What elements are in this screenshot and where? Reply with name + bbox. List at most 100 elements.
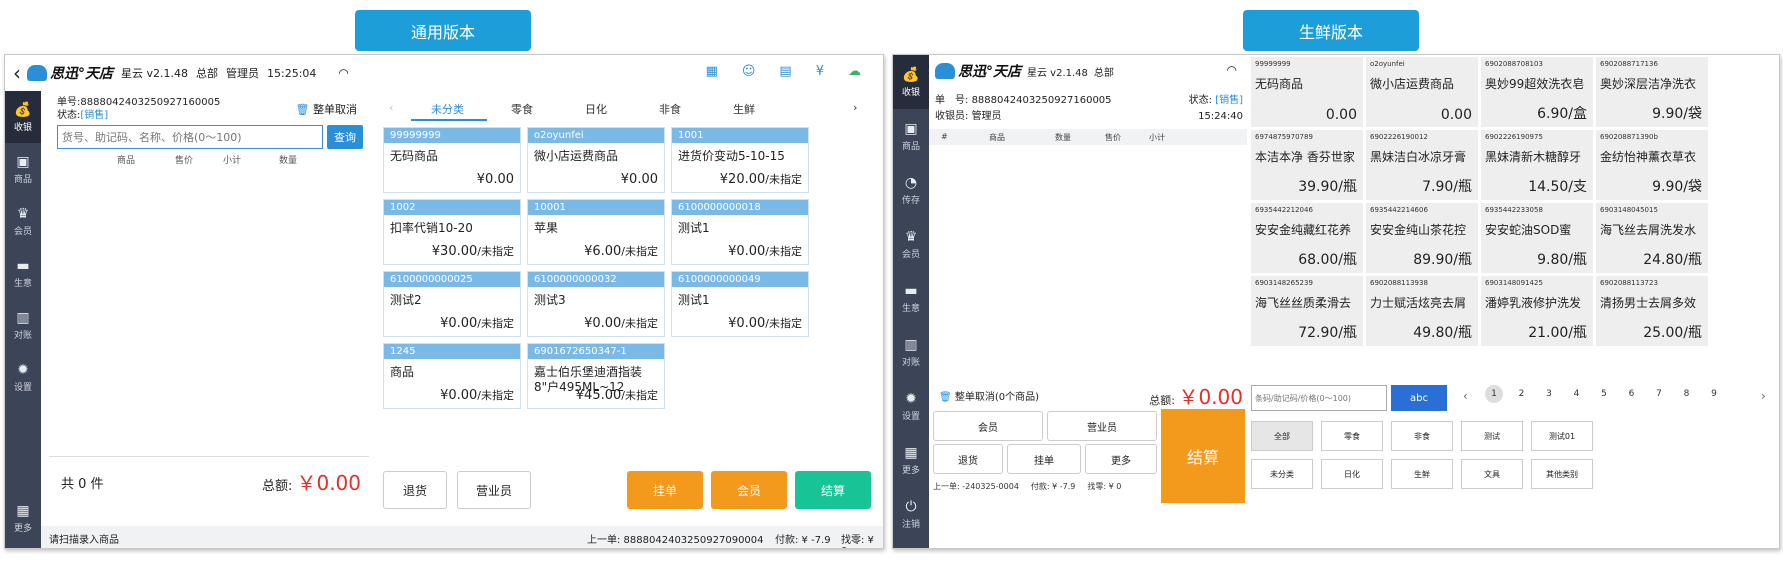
product-card[interactable]: 6903148045015 海飞丝去屑洗发水 24.80/瓶 (1596, 203, 1708, 273)
product-card[interactable]: 6100000000032 测试3 ¥0.00/未指定 (527, 271, 665, 337)
category-button[interactable]: 非食 (1391, 421, 1453, 451)
product-card[interactable]: o2oyunfei 微小店运费商品 ¥0.00 (527, 127, 665, 193)
tab-snacks[interactable]: 零食 (511, 101, 533, 117)
product-barcode: o2oyunfei (1370, 60, 1405, 68)
sidebar-item-business[interactable]: ▬ 生意 (5, 247, 41, 299)
tab-daily[interactable]: 日化 (585, 101, 607, 117)
sidebar-item-checkout[interactable]: 💰 收银 (5, 91, 41, 143)
product-card[interactable]: 1002 扣率代销10-20 ¥30.00/未指定 (383, 199, 521, 265)
product-card[interactable]: 6902088708103 奥妙99超效洗衣皂 6.90/盒 (1481, 57, 1593, 127)
category-button[interactable]: 文具 (1461, 459, 1523, 489)
page-button[interactable]: 4 (1568, 385, 1586, 403)
fresh-search-input[interactable] (1251, 385, 1387, 411)
abc-keyboard-button[interactable]: abc (1391, 385, 1447, 411)
product-card[interactable]: 99999999 无码商品 ¥0.00 (383, 127, 521, 193)
category-button[interactable]: 测试 (1461, 421, 1523, 451)
sidebar-item-stock[interactable]: ◔ 传存 (893, 163, 929, 217)
product-card[interactable]: 6903148091425 潘婷乳液修护洗发 21.00/瓶 (1481, 276, 1593, 346)
sidebar-item-member[interactable]: ♛ 会员 (893, 217, 929, 271)
category-button[interactable]: 测试01 (1531, 421, 1593, 451)
hold-order-button[interactable]: 挂单 (1007, 444, 1081, 474)
tab-uncategorized[interactable]: 未分类 (431, 101, 464, 117)
tab-nonfood[interactable]: 非食 (659, 101, 681, 117)
sidebar-item-more[interactable]: ▦ 更多 (5, 492, 41, 544)
tab-fresh[interactable]: 生鲜 (733, 101, 755, 117)
total-amount: 总额: ￥0.00 (261, 471, 361, 495)
category-button[interactable]: 零食 (1321, 421, 1383, 451)
product-card[interactable]: 6935442214606 安安金纯山茶花控 89.90/瓶 (1366, 203, 1478, 273)
member-button[interactable]: 会员 (711, 471, 787, 509)
product-card[interactable]: 6902088113938 力士赋活炫亮去屑 49.80/瓶 (1366, 276, 1478, 346)
page-button[interactable]: 5 (1595, 385, 1613, 403)
page-button[interactable]: 2 (1513, 385, 1531, 403)
member-button[interactable]: 会员 (933, 411, 1043, 441)
page-button[interactable]: 1 (1485, 385, 1503, 403)
checkout-button[interactable]: 结算 (1161, 409, 1245, 503)
product-barcode: 6902088708103 (1485, 60, 1543, 68)
category-button[interactable]: 生鲜 (1391, 459, 1453, 489)
page-button[interactable]: 9 (1705, 385, 1723, 403)
document-icon[interactable]: ▤ (779, 64, 791, 79)
cancel-all-button[interactable]: 🗑 整单取消(0个商品) (939, 388, 1039, 403)
category-button[interactable]: 其他类别 (1531, 459, 1593, 489)
page-next-icon[interactable]: › (1761, 389, 1766, 403)
product-card[interactable]: 6903148265239 海飞丝丝质柔滑去 72.90/瓶 (1251, 276, 1363, 346)
product-card[interactable]: 6974875970789 本洁本净 香芬世家 39.90/瓶 (1251, 130, 1363, 200)
product-card[interactable]: 6935442212046 安安金纯藏红花养 68.00/瓶 (1251, 203, 1363, 273)
product-card[interactable]: 99999999 无码商品 0.00 (1251, 57, 1363, 127)
product-card[interactable]: 6902088717136 奥妙深层洁净洗衣 9.90/袋 (1596, 57, 1708, 127)
product-card[interactable]: 6100000000025 测试2 ¥0.00/未指定 (383, 271, 521, 337)
product-card[interactable]: 6100000000049 测试1 ¥0.00/未指定 (671, 271, 809, 337)
yen-icon[interactable]: ¥ (816, 64, 824, 79)
product-card[interactable]: 10001 苹果 ¥6.00/未指定 (527, 199, 665, 265)
back-icon[interactable]: ‹ (13, 61, 21, 85)
page-button[interactable]: 7 (1650, 385, 1668, 403)
product-card[interactable]: 6902226190012 黑妹洁白冰凉牙膏 7.90/瓶 (1366, 130, 1478, 200)
product-card[interactable]: 6935442233058 安安蛇油SOD蜜 9.80/瓶 (1481, 203, 1593, 273)
clerk-button[interactable]: 营业员 (1047, 411, 1157, 441)
sidebar-item-checkout[interactable]: 💰 收银 (893, 55, 929, 109)
tab-prev-icon[interactable]: ‹ (389, 101, 393, 114)
bot-icon[interactable]: ☺ (742, 64, 756, 79)
sidebar-item-member[interactable]: ♛ 会员 (5, 195, 41, 247)
power-icon: ⏻ (905, 498, 917, 515)
grid-icon[interactable]: ▦ (706, 64, 718, 79)
page-prev-icon[interactable]: ‹ (1463, 389, 1468, 403)
clerk-button[interactable]: 营业员 (457, 471, 531, 509)
product-card[interactable]: 6902088113723 清扬男士去屑多效 25.00/瓶 (1596, 276, 1708, 346)
page-button[interactable]: 8 (1678, 385, 1696, 403)
product-card[interactable]: 6901672650347-1 嘉士伯乐堡迪酒指装8"户495ML~12 ¥45.0… (527, 343, 665, 409)
more-button[interactable]: 更多 (1085, 444, 1157, 474)
sidebar-item-goods[interactable]: ▣ 商品 (893, 109, 929, 163)
page-button[interactable]: 3 (1540, 385, 1558, 403)
product-card[interactable]: 690208871390b 金纺怡神薰衣草衣 9.90/袋 (1596, 130, 1708, 200)
sidebar-item-more[interactable]: ▦ 更多 (893, 433, 929, 487)
product-card[interactable]: 1001 进货价变动5-10-15 ¥20.00/未指定 (671, 127, 809, 193)
search-button[interactable]: 查询 (327, 125, 363, 149)
product-card[interactable]: o2oyunfei 微小店运费商品 0.00 (1366, 57, 1478, 127)
sidebar-item-goods[interactable]: ▣ 商品 (5, 143, 41, 195)
tab-next-icon[interactable]: › (853, 101, 857, 114)
fresh-header: 思迅°天店 星云 v2.1.48 总部 (935, 61, 1114, 81)
sidebar-item-reconcile[interactable]: ▥ 对账 (5, 299, 41, 351)
hold-order-button[interactable]: 挂单 (627, 471, 703, 509)
product-card[interactable]: 6902226190975 黑妹清新木糖醇牙 14.50/支 (1481, 130, 1593, 200)
return-button[interactable]: 退货 (383, 471, 447, 509)
sidebar-item-settings[interactable]: ✹ 设置 (893, 379, 929, 433)
product-name: 奥妙99超效洗衣皂 (1485, 77, 1585, 91)
checkout-button[interactable]: 结算 (795, 471, 871, 509)
product-card[interactable]: 6100000000018 测试1 ¥0.00/未指定 (671, 199, 809, 265)
category-button[interactable]: 日化 (1321, 459, 1383, 489)
category-button[interactable]: 未分类 (1251, 459, 1313, 489)
category-button[interactable]: 全部 (1251, 421, 1313, 451)
sidebar-item-logout[interactable]: ⏻ 注销 (893, 487, 929, 541)
product-card[interactable]: 1245 商品 ¥0.00/未指定 (383, 343, 521, 409)
sidebar-item-settings[interactable]: ✹ 设置 (5, 351, 41, 403)
cloud-sync-icon[interactable]: ☁ (848, 64, 861, 79)
cancel-all-button[interactable]: 🗑 整单取消 (296, 101, 357, 117)
sidebar-item-reconcile[interactable]: ▥ 对账 (893, 325, 929, 379)
sidebar-item-business[interactable]: ▬ 生意 (893, 271, 929, 325)
return-button[interactable]: 退货 (933, 444, 1003, 474)
page-button[interactable]: 6 (1623, 385, 1641, 403)
search-input[interactable] (57, 125, 323, 149)
